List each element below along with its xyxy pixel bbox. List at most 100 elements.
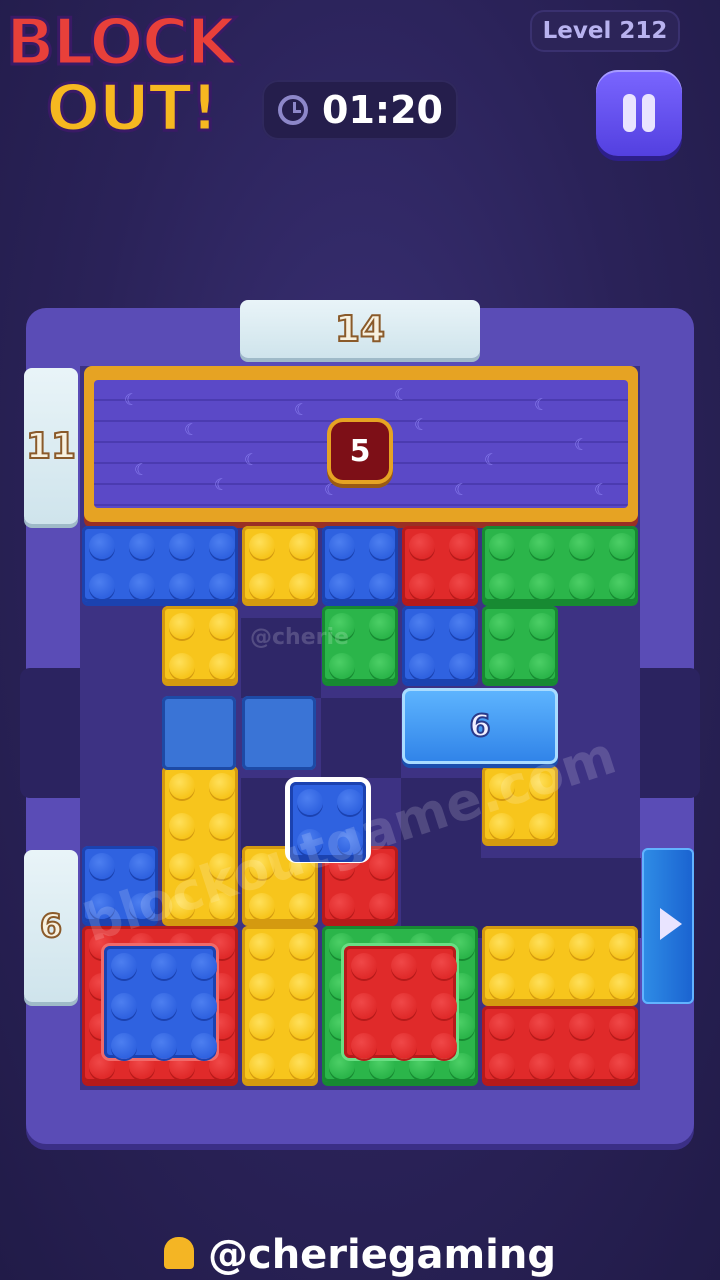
credit-text: @cheriegaming — [207, 1232, 556, 1278]
stud — [169, 573, 195, 599]
stud — [329, 653, 355, 679]
stud — [409, 613, 435, 639]
block-blue[interactable] — [322, 526, 398, 602]
stud — [151, 953, 177, 979]
stud — [89, 573, 115, 599]
stud — [289, 893, 315, 919]
moon-icon: ☾ — [134, 460, 149, 479]
block-green[interactable] — [482, 606, 558, 682]
stud — [297, 789, 323, 815]
empty-slot — [242, 696, 316, 770]
stud — [391, 1033, 417, 1059]
stud — [209, 653, 235, 679]
stud — [409, 533, 435, 559]
stud — [529, 573, 555, 599]
block-green[interactable] — [482, 526, 638, 602]
stud — [489, 613, 515, 639]
stud — [489, 533, 515, 559]
block-red[interactable] — [482, 1006, 638, 1082]
empty-cell — [321, 698, 401, 778]
stud — [289, 973, 315, 999]
stud — [449, 613, 475, 639]
stud — [329, 573, 355, 599]
stud — [369, 893, 395, 919]
moon-icon: ☾ — [484, 450, 499, 469]
stud — [409, 653, 435, 679]
stud — [529, 813, 555, 839]
stud — [609, 1053, 635, 1079]
arrow-right-icon — [660, 908, 682, 940]
stud — [289, 933, 315, 959]
block-red-inner[interactable] — [344, 946, 457, 1059]
stud — [529, 1053, 555, 1079]
stud — [191, 953, 217, 979]
stud — [209, 813, 235, 839]
stud — [289, 1013, 315, 1039]
exit-gate-right[interactable] — [642, 848, 694, 1004]
stud — [489, 933, 515, 959]
watermark-small: @cherie — [250, 625, 349, 650]
ice-block-count: 6 — [469, 708, 492, 745]
gate-top-count: 14 — [334, 308, 386, 351]
stud — [209, 773, 235, 799]
block-yellow[interactable] — [242, 926, 318, 1082]
block-yellow[interactable] — [482, 926, 638, 1002]
stud — [329, 893, 355, 919]
stud — [191, 1033, 217, 1059]
moon-icon: ☾ — [244, 450, 259, 469]
stud — [191, 993, 217, 1019]
logo-line-2: OUT! — [44, 71, 220, 148]
block-yellow[interactable] — [162, 606, 238, 682]
stud — [609, 933, 635, 959]
stud — [449, 573, 475, 599]
block-yellow[interactable] — [242, 526, 318, 602]
stud — [529, 653, 555, 679]
stud — [289, 1053, 315, 1079]
logo-line-1: BLOCK — [4, 5, 237, 82]
stud — [369, 533, 395, 559]
stud — [489, 973, 515, 999]
stud — [289, 533, 315, 559]
block-blue[interactable] — [402, 606, 478, 682]
stud — [351, 1033, 377, 1059]
stud — [351, 993, 377, 1019]
stud — [169, 813, 195, 839]
bell-icon — [163, 1237, 194, 1269]
stud — [369, 573, 395, 599]
stud — [569, 533, 595, 559]
gate-left-top-count: 11 — [25, 425, 77, 468]
stud — [431, 953, 457, 979]
moon-icon: ☾ — [574, 435, 589, 454]
game-logo: BLOCK OUT! — [0, 0, 270, 150]
clock-icon — [278, 95, 308, 125]
moon-icon: ☾ — [184, 420, 199, 439]
block-blue[interactable] — [82, 526, 238, 602]
stud — [151, 1033, 177, 1059]
featured-block-count: 5 — [331, 422, 389, 480]
stud — [431, 993, 457, 1019]
stud — [129, 573, 155, 599]
stud — [431, 1033, 457, 1059]
stud — [249, 1013, 275, 1039]
stud — [289, 573, 315, 599]
moon-icon: ☾ — [414, 415, 429, 434]
stud — [111, 1033, 137, 1059]
stud — [489, 573, 515, 599]
stud — [111, 993, 137, 1019]
stud — [329, 533, 355, 559]
stud — [489, 1053, 515, 1079]
block-blue-inner[interactable] — [104, 946, 217, 1059]
pause-button[interactable] — [596, 70, 682, 156]
featured-block[interactable]: ☾☾☾☾☾☾☾☾☾☾☾☾☾☾☾ 5 — [84, 366, 638, 522]
block-red[interactable] — [402, 526, 478, 602]
stud — [609, 1013, 635, 1039]
stud — [529, 933, 555, 959]
stud — [249, 1053, 275, 1079]
gate-left-top: 11 — [24, 368, 78, 524]
stud — [489, 1013, 515, 1039]
stud — [609, 973, 635, 999]
stud — [489, 653, 515, 679]
gate-top: 14 — [240, 300, 480, 358]
stud — [449, 533, 475, 559]
stud — [529, 613, 555, 639]
